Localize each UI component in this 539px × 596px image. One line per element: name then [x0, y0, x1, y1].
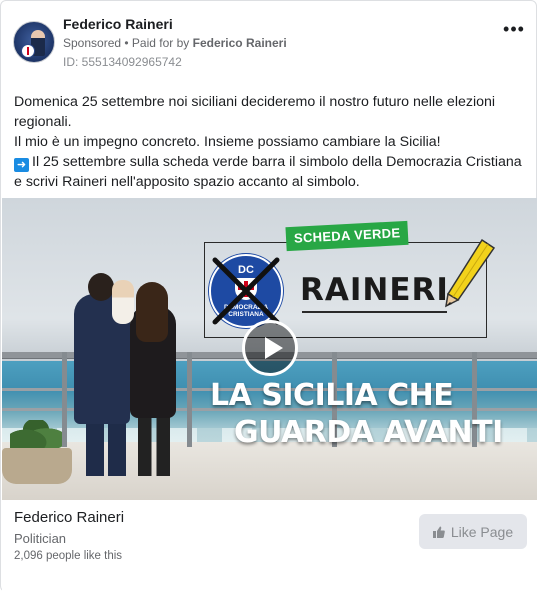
like-page-button[interactable]: Like Page — [419, 514, 527, 549]
woman-figure-legs — [138, 414, 170, 476]
ad-id: ID: 555134092965742 — [63, 55, 182, 69]
woman-figure-hair — [136, 282, 168, 342]
play-icon — [265, 337, 283, 359]
railing-post — [187, 352, 192, 447]
ad-header: Federico Raineri Sponsored • Paid for by… — [13, 16, 528, 71]
planter — [2, 448, 72, 484]
sponsored-label: Sponsored — [63, 36, 122, 50]
pencil-icon — [445, 238, 496, 308]
post-line-3-wrap: ➜ Il 25 settembre sulla scheda verde barr… — [14, 152, 528, 192]
video-thumbnail[interactable]: SCHEDA VERDE DC DEMOCRAZIA CRISTIANA RAI… — [2, 198, 537, 500]
party-shield-icon — [21, 44, 35, 58]
headline-line-2: GUARDA AVANTI — [234, 415, 503, 450]
candidate-name: RAINERI — [300, 272, 449, 308]
post-text: Domenica 25 settembre noi siciliani deci… — [14, 92, 528, 192]
page-avatar[interactable] — [13, 21, 55, 63]
page-name-link[interactable]: Federico Raineri — [63, 16, 173, 32]
play-button[interactable] — [242, 320, 298, 376]
write-in-line — [302, 311, 447, 313]
child-figure — [112, 280, 134, 324]
thumbs-up-icon — [432, 526, 445, 538]
footer-like-count: 2,096 people like this — [14, 550, 123, 562]
ad-card: Federico Raineri Sponsored • Paid for by… — [0, 0, 537, 592]
post-line-2: Il mio è un impegno concreto. Insieme po… — [14, 134, 441, 150]
footer-page-name[interactable]: Federico Raineri — [14, 509, 124, 526]
paid-for-name: Federico Raineri — [192, 36, 287, 50]
more-dots-icon: ••• — [503, 19, 525, 39]
right-arrow-icon: ➜ — [14, 158, 29, 172]
footer-page-category: Politician — [14, 531, 67, 546]
ballot-cross-mark-icon — [212, 257, 280, 325]
post-line-1: Domenica 25 settembre noi siciliani deci… — [14, 94, 496, 130]
railing-post — [62, 352, 67, 447]
paid-for-prefix: • Paid for by — [121, 36, 193, 50]
man-figure-head — [88, 273, 114, 301]
post-line-3: Il 25 settembre sulla scheda verde barra… — [14, 154, 522, 190]
sponsored-line: Sponsored • Paid for by Federico Raineri — [63, 36, 287, 50]
page-footer: Federico Raineri Politician 2,096 people… — [2, 500, 537, 592]
headline-line-1: LA SICILIA CHE — [210, 378, 454, 413]
like-page-label: Like Page — [450, 523, 514, 540]
man-figure-legs — [86, 418, 126, 476]
more-options-button[interactable]: ••• — [500, 19, 528, 43]
terrace-floor — [2, 442, 537, 500]
